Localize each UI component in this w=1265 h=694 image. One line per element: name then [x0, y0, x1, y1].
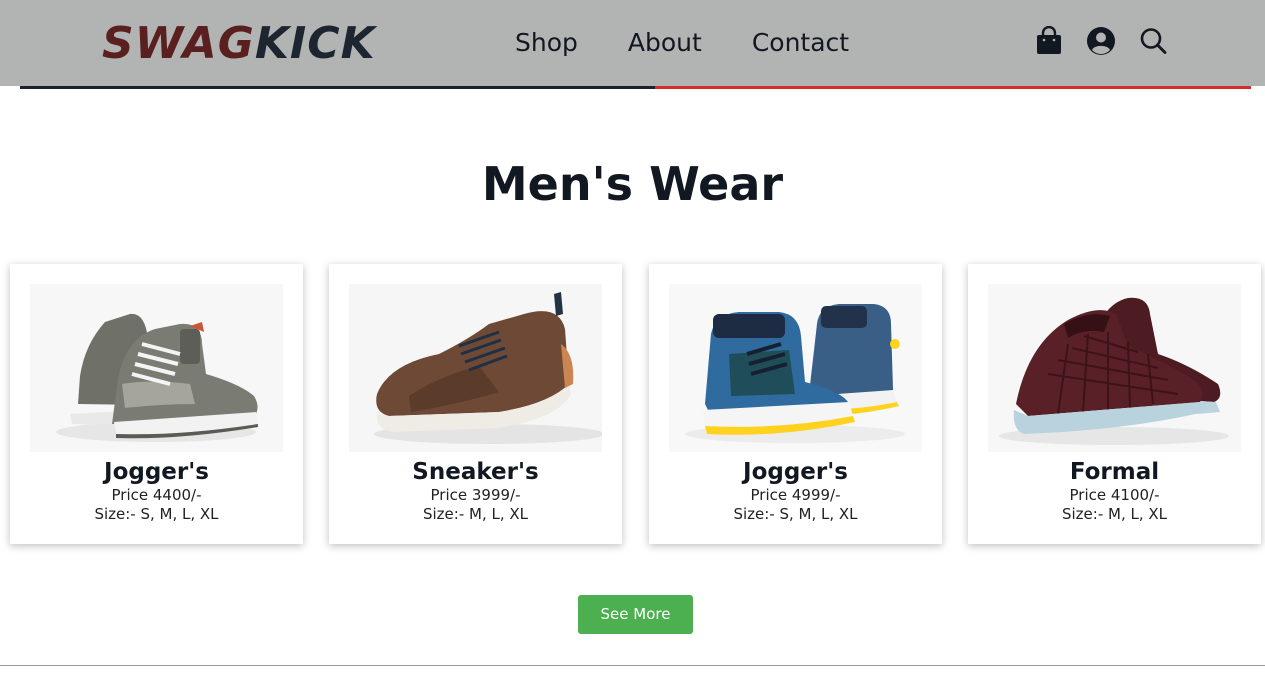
product-sizes: Size:- M, L, XL: [1061, 505, 1168, 523]
product-name: Formal: [1069, 459, 1160, 485]
nav-about[interactable]: About: [628, 26, 702, 60]
product-card[interactable]: Jogger's Price 4400/- Size:- S, M, L, XL: [10, 264, 303, 544]
product-card[interactable]: Jogger's Price 4999/- Size:- S, M, L, XL: [649, 264, 942, 544]
product-name: Jogger's: [743, 459, 848, 485]
product-price: Price 4400/-: [111, 486, 202, 504]
product-price: Price 4100/-: [1069, 486, 1160, 504]
brand-logo[interactable]: SWAGKICK: [102, 19, 376, 69]
section-title: Men's Wear: [481, 157, 784, 211]
nav-contact[interactable]: Contact: [752, 26, 849, 60]
product-name: Jogger's: [104, 459, 209, 485]
product-price: Price 3999/-: [430, 486, 521, 504]
product-name: Sneaker's: [412, 459, 539, 485]
main-nav: Shop About Contact: [515, 26, 899, 60]
product-sizes: Size:- S, M, L, XL: [94, 505, 219, 523]
product-price: Price 4999/-: [750, 486, 841, 504]
header-underline-dark: [20, 86, 655, 89]
header-icons: [1034, 26, 1168, 56]
nav-shop[interactable]: Shop: [515, 26, 578, 60]
product-image: [30, 284, 283, 452]
product-sizes: Size:- S, M, L, XL: [733, 505, 858, 523]
user-circle-icon[interactable]: [1086, 26, 1116, 56]
product-image: [349, 284, 602, 452]
header-underline-red: [655, 86, 1251, 89]
brand-logo-part1: SWAG: [102, 18, 255, 69]
site-header: SWAGKICK Shop About Contact: [0, 0, 1265, 86]
footer-divider: [0, 665, 1265, 666]
product-image: [669, 284, 922, 452]
product-image: [988, 284, 1241, 452]
product-card[interactable]: Sneaker's Price 3999/- Size:- M, L, XL: [329, 264, 622, 544]
brand-logo-part2: KICK: [254, 18, 376, 69]
product-sizes: Size:- M, L, XL: [422, 505, 529, 523]
search-icon[interactable]: [1138, 26, 1168, 56]
see-more-button[interactable]: See More: [578, 595, 693, 634]
shopping-bag-icon[interactable]: [1034, 26, 1064, 56]
product-card[interactable]: Formal Price 4100/- Size:- M, L, XL: [968, 264, 1261, 544]
